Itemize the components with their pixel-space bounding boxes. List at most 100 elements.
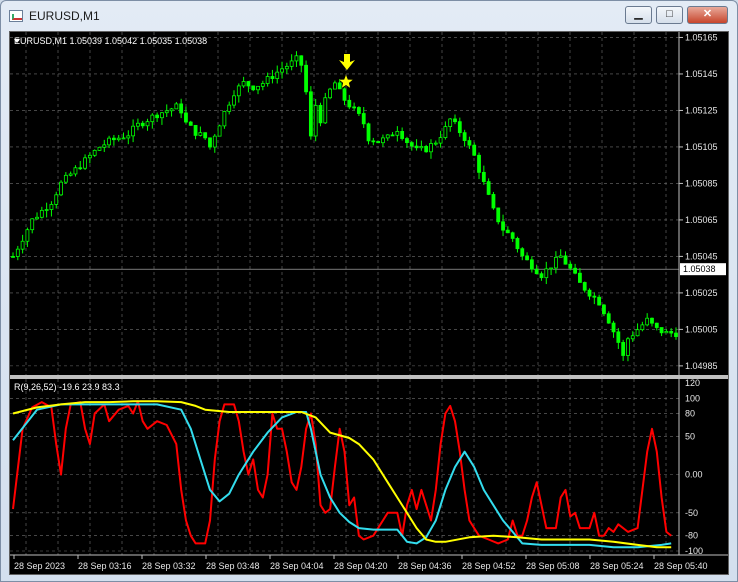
title-bar[interactable]: EURUSD,M1 ▁ □ ✕ [1, 1, 737, 31]
candle-body [270, 76, 275, 79]
candle-body [448, 118, 453, 127]
candle-body [265, 76, 270, 84]
maximize-button[interactable]: □ [656, 6, 683, 24]
candle-body [260, 83, 265, 87]
candle-body [664, 330, 669, 334]
candle-body [472, 144, 477, 156]
indicator-tick-label: 120 [685, 378, 700, 388]
close-button[interactable]: ✕ [687, 6, 728, 24]
candle-body [83, 157, 87, 169]
candle-body [25, 229, 30, 242]
time-tick-label: 28 Sep 04:04 [270, 561, 324, 571]
candle-body [54, 194, 59, 205]
candle-body [674, 332, 678, 337]
candle-body [198, 132, 203, 136]
candle-body [121, 137, 126, 140]
candle-body [63, 174, 68, 183]
candle-body [491, 194, 496, 209]
candle-body [222, 110, 227, 127]
indicator-tick-label: 100 [685, 393, 700, 403]
candle-body [563, 255, 568, 265]
candle-body [429, 143, 433, 153]
candle-body [256, 85, 260, 91]
candle-body [481, 171, 486, 182]
time-tick-label: 28 Sep 05:40 [654, 561, 708, 571]
candle-body [280, 68, 284, 73]
candle-body [549, 267, 553, 270]
candle-body [323, 97, 328, 124]
candle-body [97, 146, 102, 151]
candle-body [49, 204, 54, 210]
candle-body [308, 91, 313, 137]
candle-body [645, 317, 650, 326]
candle-body [529, 259, 534, 270]
candle-body [304, 64, 308, 93]
candle-body [59, 181, 63, 196]
candle-body [515, 238, 520, 250]
candle-body [582, 282, 587, 291]
candle-body [414, 145, 419, 149]
candle-body [453, 118, 457, 123]
candle-body [212, 135, 217, 148]
candle-body [395, 131, 400, 136]
candle-body [164, 110, 169, 114]
candle-body [626, 338, 630, 356]
candle-body [568, 263, 573, 269]
candle-body [573, 267, 578, 274]
chart-svg[interactable]: 1.05165 1.05145 1.05125 1.05105 1.05085 1.050… [10, 32, 728, 574]
candle-body [669, 330, 674, 334]
candle-body [227, 104, 232, 112]
candle-body [111, 137, 116, 141]
candle-body [126, 135, 131, 139]
candle-body [328, 88, 332, 99]
candle-body [630, 335, 635, 340]
candle-body [15, 248, 20, 257]
symbol-header: EURUSD,M1 1.05039 1.05042 1.05035 1.0503… [14, 36, 207, 46]
candle-body [352, 106, 357, 109]
candle-body [438, 137, 443, 144]
candle-body [587, 289, 592, 297]
candle-body [659, 327, 664, 334]
candle-body [107, 137, 111, 146]
candle-body [592, 295, 597, 298]
indicator-tick-label: 50 [685, 431, 695, 441]
candle-body [20, 240, 25, 250]
panel-separator[interactable] [10, 375, 728, 379]
candle-body [520, 248, 525, 257]
price-tick-label: 1.05065 [685, 215, 718, 225]
indicator-tick-label: 80 [685, 409, 695, 419]
candle-body [357, 107, 361, 114]
candle-body [155, 114, 160, 119]
candle-body [385, 134, 390, 139]
candle-body [169, 108, 174, 112]
candle-body [381, 137, 385, 144]
price-tick-label: 1.05125 [685, 105, 718, 115]
time-tick-label: 28 Sep 03:48 [206, 561, 260, 571]
candle-body [203, 132, 208, 139]
candle-body [376, 141, 381, 144]
price-tick-label: 1.05105 [685, 142, 718, 152]
minimize-button[interactable]: ▁ [625, 6, 652, 24]
candle-body [424, 146, 429, 153]
chart-window-icon [9, 10, 23, 22]
chart-area[interactable]: 1.05165 1.05145 1.05125 1.05105 1.05085 1.050… [9, 31, 729, 575]
candle-body [332, 82, 337, 90]
candle-body [116, 137, 121, 141]
candle-body [654, 322, 659, 328]
candle-body [553, 256, 558, 269]
candle-body [409, 142, 414, 147]
candle-body [299, 55, 304, 66]
indicator-tick-label: 0.00 [685, 470, 703, 480]
candle-body [443, 126, 448, 138]
candle-body [457, 121, 462, 134]
candle-body [193, 124, 198, 136]
candle-body [68, 173, 73, 176]
candle-body [606, 313, 611, 324]
candle-body [505, 229, 510, 234]
candle-body [78, 167, 83, 170]
candle-body [337, 82, 342, 90]
candle-body [640, 324, 645, 331]
candle-body [578, 272, 582, 283]
candle-body [635, 329, 640, 337]
candle-body [140, 122, 145, 127]
